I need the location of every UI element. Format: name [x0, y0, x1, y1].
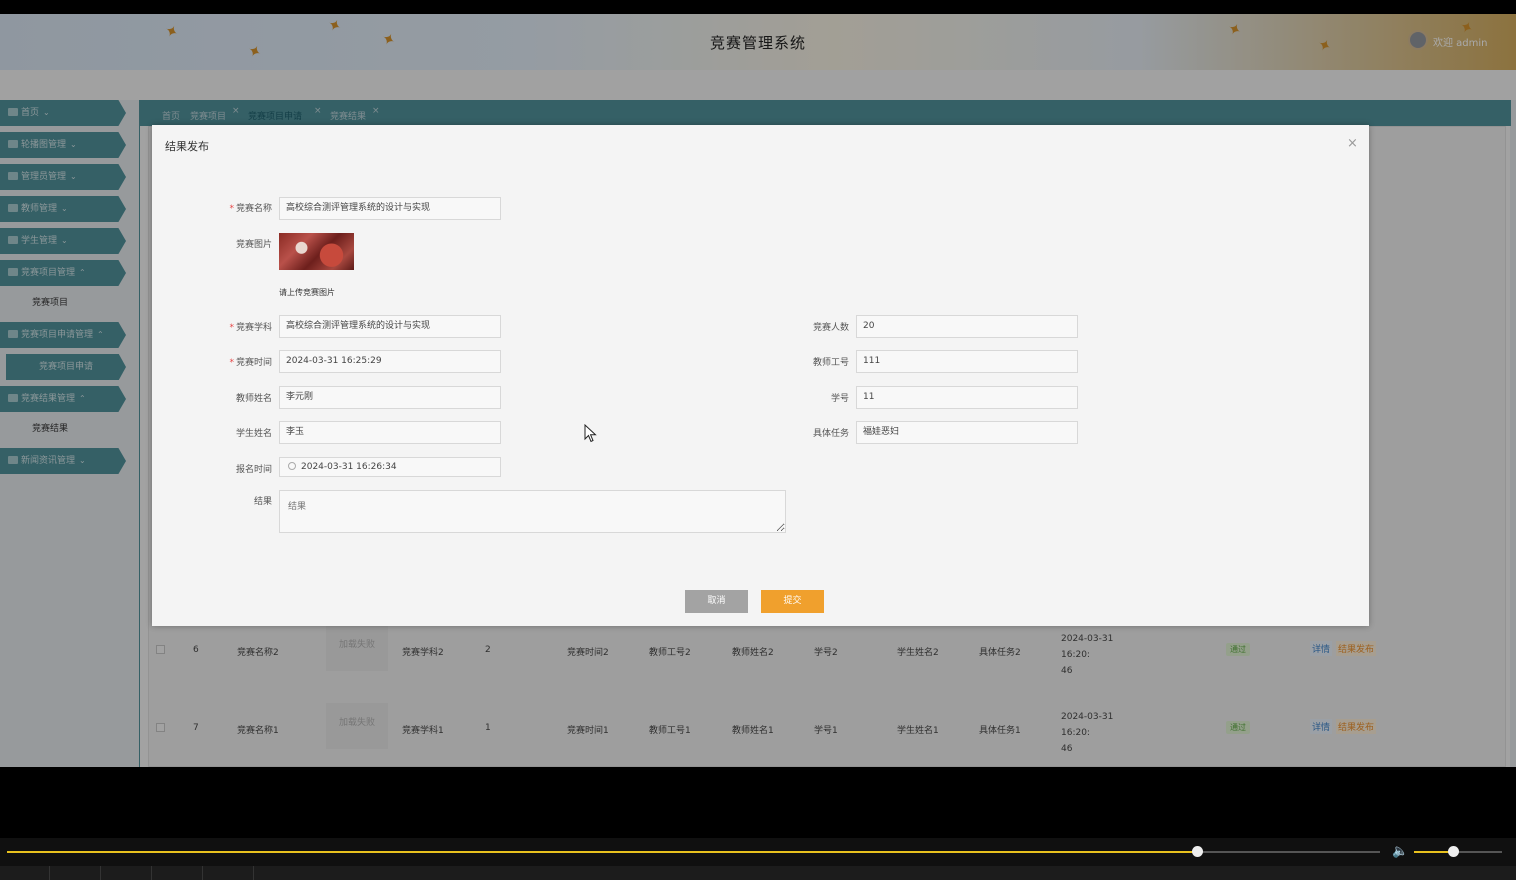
- label-teacher-id: 教师工号: [812, 358, 849, 368]
- label-image: 竞赛图片: [235, 240, 272, 250]
- teacher-id-field[interactable]: 111: [856, 350, 1078, 373]
- taskbar-slot[interactable]: [203, 866, 254, 880]
- label-task: 具体任务: [812, 429, 849, 439]
- media-player-bar: 🔈: [0, 838, 1516, 866]
- upload-hint[interactable]: 请上传竞赛图片: [279, 287, 335, 298]
- apply-time-field[interactable]: 2024-03-31 16:26:34: [279, 457, 501, 477]
- name-field[interactable]: 高校综合测评管理系统的设计与实现: [279, 197, 501, 220]
- result-publish-dialog: 结果发布 × * 竞赛名称 高校综合测评管理系统的设计与实现 竞赛图片 请上传竞赛…: [152, 125, 1369, 626]
- task-field[interactable]: 福娃恶妇: [856, 421, 1078, 444]
- seek-progress: [7, 851, 1198, 853]
- close-icon[interactable]: ×: [1347, 136, 1358, 151]
- label-student-id: 学号: [830, 394, 849, 404]
- volume-slider[interactable]: [1414, 846, 1502, 857]
- taskbar-slot[interactable]: [0, 866, 50, 880]
- result-textarea[interactable]: [279, 490, 786, 533]
- taskbar-slot[interactable]: [101, 866, 152, 880]
- seek-bar[interactable]: [7, 846, 1380, 857]
- count-field[interactable]: 20: [856, 315, 1078, 338]
- volume-icon[interactable]: 🔈: [1392, 844, 1408, 859]
- app-page: ✦ ✦ ✦ ✦ ✦ ✦ ✦ 竞赛管理系统 欢迎 admin 首页 ⌄ 轮播图管理 ⌄…: [0, 14, 1516, 767]
- taskbar-slot[interactable]: [152, 866, 203, 880]
- clock-icon: [288, 462, 296, 470]
- label-time: * 竞赛时间: [229, 358, 272, 368]
- mouse-cursor-icon: [584, 424, 597, 443]
- seek-handle[interactable]: [1192, 846, 1204, 857]
- student-name-field[interactable]: 李玉: [279, 421, 501, 444]
- label-result: 结果: [253, 497, 272, 507]
- label-student-name: 学生姓名: [235, 429, 272, 439]
- label-count: 竞赛人数: [812, 323, 849, 333]
- taskbar-slot[interactable]: [50, 866, 101, 880]
- label-teacher-name: 教师姓名: [235, 394, 272, 404]
- dialog-title: 结果发布: [165, 140, 209, 153]
- label-apply-time: 报名时间: [235, 465, 272, 475]
- taskbar: [0, 866, 1516, 880]
- student-id-field[interactable]: 11: [856, 386, 1078, 409]
- subject-field[interactable]: 高校综合测评管理系统的设计与实现: [279, 315, 501, 338]
- label-subject: * 竞赛学科: [229, 323, 272, 333]
- submit-button[interactable]: 提交: [761, 590, 824, 613]
- time-field[interactable]: 2024-03-31 16:25:29: [279, 350, 501, 373]
- volume-level: [1414, 851, 1453, 853]
- cancel-button[interactable]: 取消: [685, 590, 748, 613]
- screen: ✦ ✦ ✦ ✦ ✦ ✦ ✦ 竞赛管理系统 欢迎 admin 首页 ⌄ 轮播图管理 ⌄…: [0, 0, 1516, 880]
- volume-handle[interactable]: [1447, 846, 1459, 857]
- competition-image[interactable]: [279, 233, 354, 270]
- teacher-name-field[interactable]: 李元刚: [279, 386, 501, 409]
- label-name: * 竞赛名称: [229, 204, 272, 214]
